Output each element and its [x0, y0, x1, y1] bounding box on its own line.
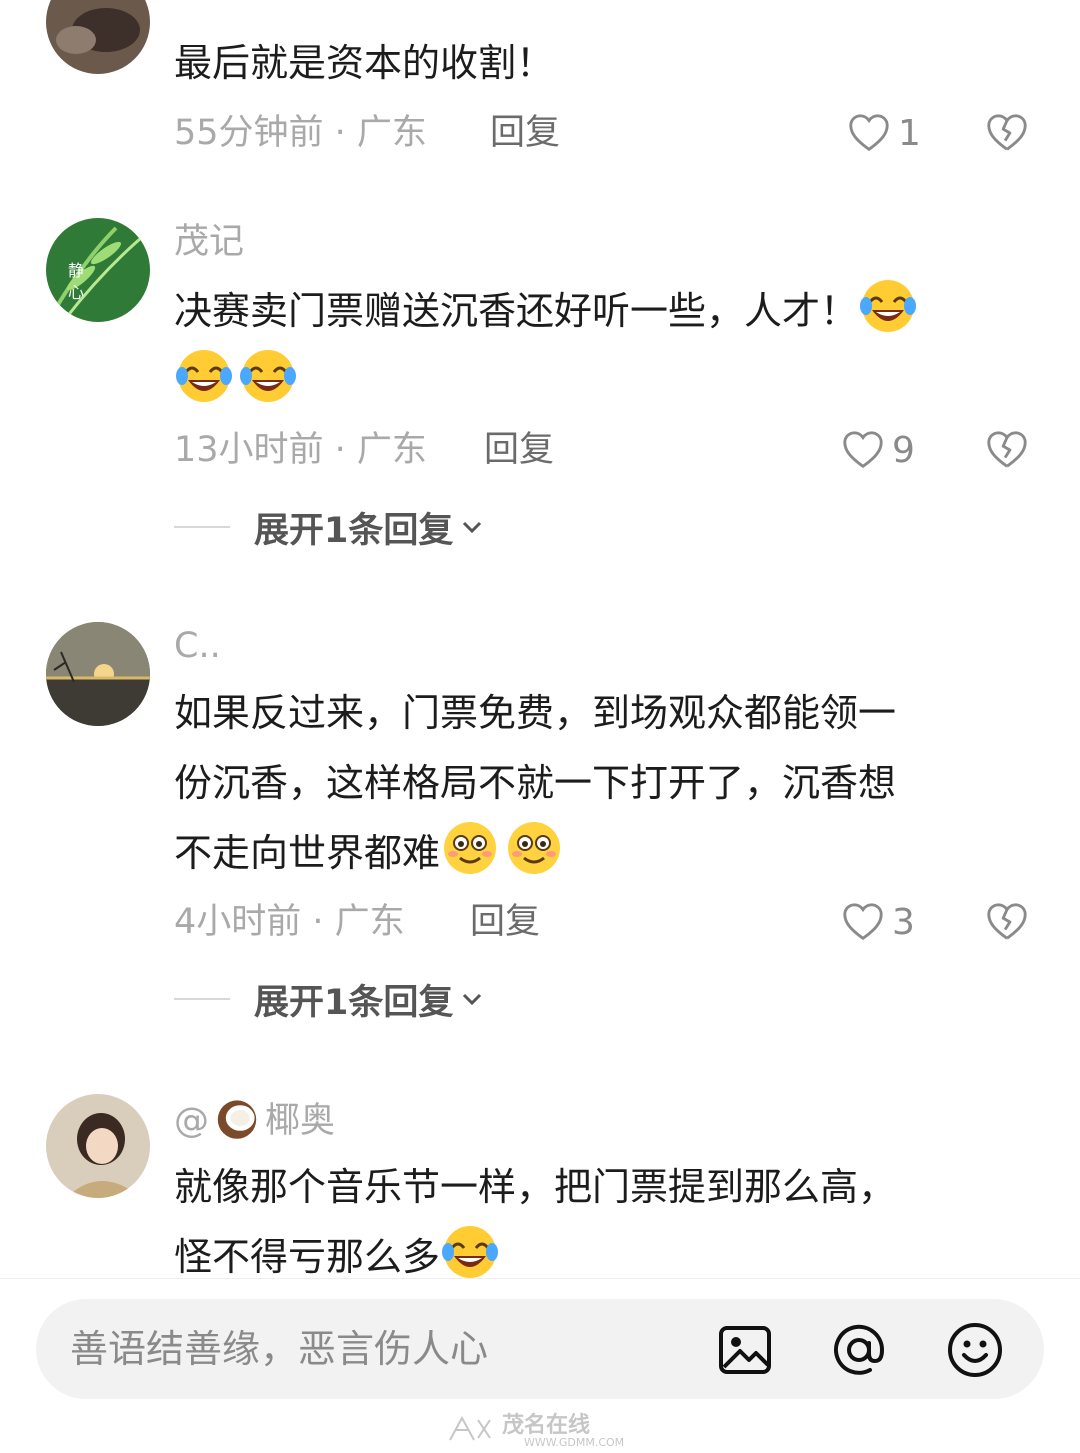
comment-line: 最后就是资本的收割！ [174, 41, 555, 85]
chevron-down-icon [463, 993, 482, 1006]
like-count: 1 [898, 112, 921, 154]
avatar[interactable] [46, 0, 150, 74]
coconut-icon [213, 1094, 261, 1142]
broken-heart-icon [987, 903, 1027, 940]
comment-line-text: 怪不得亏那么多 [174, 1235, 441, 1279]
expand-replies-label: 展开1条回复 [254, 510, 454, 551]
avatar[interactable]: 静 心 [46, 218, 150, 322]
comment-screen: 最后就是资本的收割！ 55分钟前 · 广东 回复 1 静 心 茂记 决赛卖门票赠… [0, 0, 1080, 1453]
divider [174, 998, 230, 1000]
face-with-tears-of-joy-icon [238, 346, 298, 406]
username[interactable]: @ 椰奥 [174, 1094, 335, 1142]
avatar[interactable] [46, 622, 150, 726]
comment-text: 如果反过来，门票免费，到场观众都能领一 份沉香，这样格局不就一下打开了，沉香想 … [174, 678, 1024, 888]
comment-text: 决赛卖门票赠送沉香还好听一些，人才！ [174, 276, 1024, 416]
heart-icon [843, 431, 883, 469]
like-button[interactable]: 9 [840, 425, 915, 475]
comment-text: 最后就是资本的收割！ [174, 28, 1024, 98]
chevron-down-icon [463, 521, 482, 534]
expand-replies-button[interactable]: 展开1条回复 [174, 974, 485, 1024]
comment-time-location: 4小时前 · 广东 [174, 902, 405, 942]
image-picker-button[interactable] [716, 1321, 774, 1379]
like-button[interactable]: 3 [840, 897, 915, 947]
face-with-tears-of-joy-icon [858, 276, 918, 336]
emoji-icon [948, 1323, 1002, 1377]
watermark-url: WWW.GDMM.COM [524, 1436, 624, 1448]
expand-replies-label: 展开1条回复 [254, 982, 454, 1023]
comment-line: 份沉香，这样格局不就一下打开了，沉香想 [174, 761, 897, 805]
reply-button[interactable]: 回复 [484, 425, 554, 475]
like-count: 9 [892, 429, 915, 471]
mention-button[interactable] [830, 1321, 888, 1379]
broken-heart-icon [987, 431, 1027, 468]
like-count: 3 [892, 901, 915, 943]
comment-time-location: 13小时前 · 广东 [174, 430, 427, 470]
username[interactable]: 茂记 [174, 218, 244, 266]
watermark-logo: 茂名在线 WWW.GDMM.COM [440, 1408, 660, 1448]
dislike-button[interactable] [984, 425, 1032, 475]
svg-text:静: 静 [68, 261, 84, 280]
comment-input-placeholder: 善语结善缘，恶言伤人心 [70, 1327, 489, 1371]
dislike-button[interactable] [984, 108, 1032, 158]
broken-heart-icon [987, 114, 1027, 151]
watermark-name: 茂名在线 [502, 1412, 590, 1438]
comment-input[interactable]: 善语结善缘，恶言伤人心 [36, 1299, 1044, 1399]
avatar[interactable] [46, 1094, 150, 1198]
comment-line-text: 不走向世界都难 [174, 831, 441, 875]
like-button[interactable]: 1 [846, 108, 921, 158]
face-with-tears-of-joy-icon [440, 1222, 500, 1282]
heart-icon [843, 903, 883, 941]
face-with-tears-of-joy-icon [174, 346, 234, 406]
comment-time-location: 55分钟前 · 广东 [174, 113, 427, 153]
username-prefix: @ [174, 1101, 209, 1141]
comment-line [174, 346, 1024, 416]
at-icon [834, 1324, 885, 1375]
comment-text: 就像那个音乐节一样，把门票提到那么高， 怪不得亏那么多 [174, 1152, 1024, 1292]
reply-button[interactable]: 回复 [470, 897, 540, 947]
comment-line-text: 决赛卖门票赠送沉香还好听一些，人才！ [174, 289, 859, 333]
username-text: 椰奥 [265, 1101, 336, 1141]
heart-icon [849, 114, 889, 152]
smiling-face-icon [504, 818, 564, 878]
divider [174, 526, 230, 528]
comment-line: 决赛卖门票赠送沉香还好听一些，人才！ [174, 276, 1024, 346]
comment-line: 不走向世界都难 [174, 818, 1024, 888]
smiling-face-icon [440, 818, 500, 878]
dislike-button[interactable] [984, 897, 1032, 947]
image-icon [719, 1326, 771, 1374]
username[interactable]: C.. [174, 622, 221, 670]
comment-line: 如果反过来，门票免费，到场观众都能领一 [174, 691, 897, 735]
comment-line: 就像那个音乐节一样，把门票提到那么高， [174, 1165, 897, 1209]
emoji-picker-button[interactable] [946, 1321, 1004, 1379]
reply-button[interactable]: 回复 [490, 108, 560, 158]
expand-replies-button[interactable]: 展开1条回复 [174, 502, 485, 552]
svg-text:心: 心 [68, 283, 84, 302]
